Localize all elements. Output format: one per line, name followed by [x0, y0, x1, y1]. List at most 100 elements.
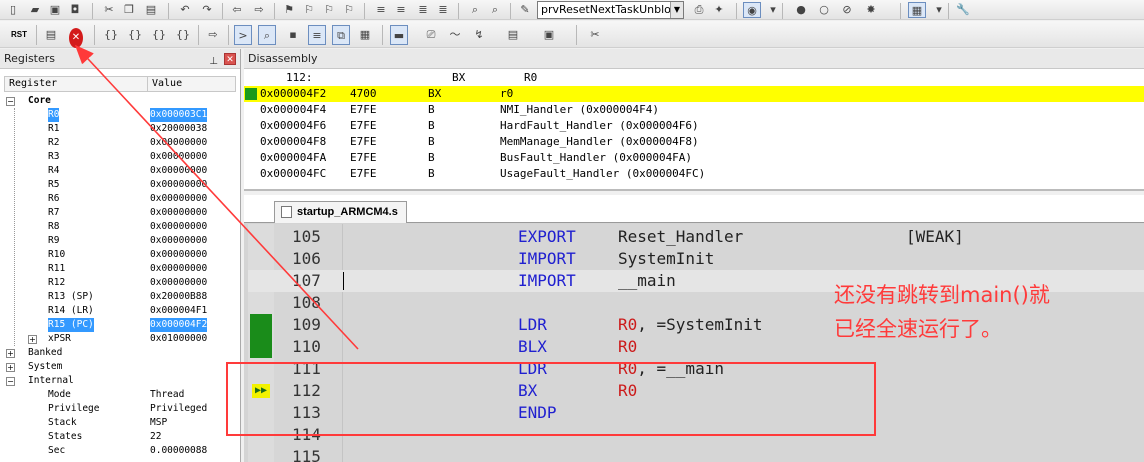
save-icon[interactable]: ▣ — [46, 2, 64, 18]
copy-icon[interactable]: ❐ — [120, 2, 138, 18]
run-icon[interactable]: ▤ — [42, 25, 60, 45]
register-row[interactable]: R6 0x00000000 — [4, 192, 236, 206]
open-folder-icon[interactable]: ▰ — [26, 2, 44, 18]
unindent-icon[interactable]: ≡ — [392, 2, 410, 18]
tools-icon[interactable]: ✂ — [586, 25, 604, 45]
stop-icon[interactable]: ✕ — [69, 28, 83, 48]
column-value[interactable]: Value — [147, 77, 182, 91]
register-row[interactable]: R12 0x00000000 — [4, 276, 236, 290]
comment-icon[interactable]: ≣ — [414, 2, 432, 18]
system-viewer-icon[interactable]: ▤ — [504, 25, 522, 45]
find-icon[interactable]: ⌕ — [486, 2, 504, 18]
register-row[interactable]: R5 0x00000000 — [4, 178, 236, 192]
disassembly-row[interactable]: 0x000004F6 E7FE B HardFault_Handler (0x0000… — [244, 118, 1144, 134]
register-value: 0x00000000 — [150, 137, 208, 148]
debug-session-icon[interactable]: ◉ — [743, 2, 761, 18]
window-layout-icon[interactable]: ▦ — [908, 2, 926, 18]
code-line[interactable]: 110 BLX R0 — [248, 336, 1144, 358]
show-next-statement-icon[interactable]: ⇨ — [204, 25, 222, 45]
register-group-label: Core — [28, 95, 51, 106]
code-line[interactable]: 115 — [248, 446, 1144, 462]
register-group-internal[interactable]: Internal — [4, 374, 236, 388]
enable-breakpoint-icon[interactable]: ○ — [815, 2, 833, 18]
disassembly-row[interactable]: 0x000004F8 E7FE B MemManage_Handler (0x0000… — [244, 134, 1144, 150]
register-row[interactable]: R15 (PC) 0x000004F2 — [4, 318, 236, 332]
register-row[interactable]: R10 0x00000000 — [4, 248, 236, 262]
new-file-icon[interactable]: ▯ — [4, 2, 22, 18]
run-to-cursor-icon[interactable]: {} — [174, 25, 192, 45]
pin-icon[interactable]: ⊥ — [209, 52, 218, 72]
toolbox-icon[interactable]: ▣ — [540, 25, 558, 45]
redo-icon[interactable]: ↷ — [198, 2, 216, 18]
next-bookmark-icon[interactable]: ⚐ — [320, 2, 338, 18]
indent-icon[interactable]: ≡ — [372, 2, 390, 18]
chevron-down-icon[interactable]: ▼ — [670, 2, 683, 18]
step-over-icon[interactable]: {} — [126, 25, 144, 45]
clear-bookmarks-icon[interactable]: ⚐ — [340, 2, 358, 18]
disassembly-row[interactable]: 0x000004FA E7FE B BusFault_Handler (0x00000… — [244, 150, 1144, 166]
tab-startup-file[interactable]: startup_ARMCM4.s — [274, 201, 407, 223]
code-line[interactable]: 109 LDR R0, =SystemInit — [248, 314, 1144, 336]
symbols-window-icon[interactable]: ▪ — [284, 25, 302, 45]
register-row[interactable]: xPSR 0x01000000 — [4, 332, 236, 346]
register-value: 0x00000000 — [150, 207, 208, 218]
code-line[interactable]: 105 EXPORT Reset_Handler [WEAK] — [248, 226, 1144, 248]
code-line[interactable]: 106 IMPORT SystemInit — [248, 248, 1144, 270]
register-row[interactable]: R3 0x00000000 — [4, 150, 236, 164]
register-row[interactable]: R11 0x00000000 — [4, 262, 236, 276]
nav-forward-icon[interactable]: ⇨ — [250, 2, 268, 18]
disable-breakpoints-icon[interactable]: ⊘ — [838, 2, 856, 18]
register-row[interactable]: R14 (LR) 0x000004F1 — [4, 304, 236, 318]
memory-window-icon[interactable]: ▬ — [390, 25, 408, 45]
nav-back-icon[interactable]: ⇦ — [228, 2, 246, 18]
trace-window-icon[interactable]: ↯ — [470, 25, 488, 45]
serial-window-icon[interactable]: ⎚ — [422, 25, 440, 45]
register-row[interactable]: R1 0x20000038 — [4, 122, 236, 136]
disassembly-window-icon[interactable]: ⌕ — [258, 25, 276, 45]
register-row[interactable]: R0 0x000003C1 — [4, 108, 236, 122]
disassembly-row[interactable]: 0x000004F4 E7FE B NMI_Handler (0x000004F4) — [244, 102, 1144, 118]
register-row[interactable]: R8 0x00000000 — [4, 220, 236, 234]
dis-mnemonic: BX — [428, 87, 442, 100]
step-into-icon[interactable]: {} — [102, 25, 120, 45]
command-window-icon[interactable]: > — [234, 25, 252, 45]
disassembly-row[interactable]: 0x000004FC E7FE B UsageFault_Handler (0x000… — [244, 166, 1144, 182]
register-row[interactable]: R4 0x00000000 — [4, 164, 236, 178]
save-all-icon[interactable]: ◘ — [66, 2, 84, 18]
function-combo[interactable]: prvResetNextTaskUnbloc ▼ — [537, 1, 684, 19]
paste-icon[interactable]: ▤ — [142, 2, 160, 18]
internal-name: Sec — [48, 445, 66, 456]
insert-breakpoint-icon[interactable]: ● — [792, 2, 810, 18]
internal-value: MSP — [150, 417, 168, 428]
register-group-system[interactable]: System — [4, 360, 236, 374]
register-name: R3 — [48, 151, 60, 162]
dis-opcode: E7FE — [350, 103, 377, 116]
watch-window-icon[interactable]: ▦ — [356, 25, 374, 45]
configure-icon[interactable]: ✦ — [710, 2, 728, 18]
step-out-icon[interactable]: {} — [150, 25, 168, 45]
register-row[interactable]: R7 0x00000000 — [4, 206, 236, 220]
register-row[interactable]: R2 0x00000000 — [4, 136, 236, 150]
prev-bookmark-icon[interactable]: ⚐ — [300, 2, 318, 18]
close-icon[interactable]: ✕ — [224, 53, 236, 65]
register-row[interactable]: R9 0x00000000 — [4, 234, 236, 248]
uncomment-icon[interactable]: ≣ — [434, 2, 452, 18]
reset-button[interactable]: RST — [10, 25, 28, 45]
find-in-files-icon[interactable]: ⌕ — [466, 2, 484, 18]
layout-dropdown-icon[interactable]: ▾ — [930, 2, 948, 18]
register-group-core[interactable]: Core — [4, 94, 236, 108]
analysis-window-icon[interactable]: 〜 — [446, 25, 464, 45]
debug-dropdown-icon[interactable]: ▾ — [764, 2, 782, 18]
options-wrench-icon[interactable]: 🔧 — [954, 2, 972, 18]
registers-window-icon[interactable]: ≡ — [308, 25, 326, 45]
register-row[interactable]: R13 (SP) 0x20000B88 — [4, 290, 236, 304]
cut-icon[interactable]: ✂ — [100, 2, 118, 18]
kill-breakpoints-icon[interactable]: ✸ — [862, 2, 880, 18]
register-group-banked[interactable]: Banked — [4, 346, 236, 360]
column-register[interactable]: Register — [9, 77, 57, 91]
disassembly-row[interactable]: 0x000004F2 4700 BX r0 — [244, 86, 1144, 102]
call-stack-icon[interactable]: ⧉ — [332, 25, 350, 45]
undo-icon[interactable]: ↶ — [176, 2, 194, 18]
bookmark-icon[interactable]: ⚑ — [280, 2, 298, 18]
incremental-find-icon[interactable]: ⎙ — [690, 2, 708, 18]
